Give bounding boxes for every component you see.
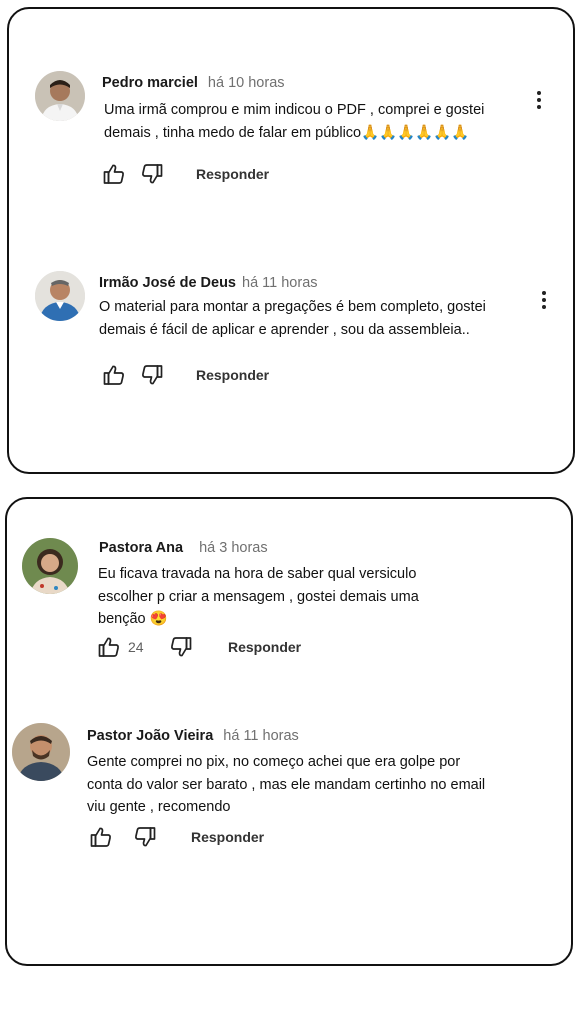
comment-author[interactable]: Pedro marciel (102, 75, 198, 91)
comment-text-line: escolher p criar a mensagem , gostei dem… (98, 588, 419, 605)
more-vert-icon[interactable] (538, 289, 550, 313)
dislike-button[interactable] (140, 363, 164, 387)
thumbs-up-icon (97, 635, 121, 659)
avatar[interactable] (35, 71, 85, 121)
like-button[interactable] (89, 825, 113, 849)
dislike-button[interactable] (133, 825, 157, 849)
comment-text: O material para montar a pregações é bem… (99, 296, 486, 341)
comment-timestamp[interactable]: há 3 horas (199, 540, 268, 556)
reply-button[interactable]: Responder (191, 829, 264, 845)
reply-button[interactable]: Responder (228, 639, 301, 655)
avatar[interactable] (35, 271, 85, 321)
comment-author[interactable]: Pastora Ana (99, 540, 183, 556)
comment-text-line: conta do valor ser barato , mas ele mand… (87, 776, 486, 793)
comment-text-line: demais é fácil de aplicar e aprender , s… (99, 321, 470, 338)
thumbs-up-icon (102, 162, 126, 186)
comment-timestamp[interactable]: há 11 horas (242, 275, 318, 291)
comment-text: Uma irmã comprou e mim indicou o PDF , c… (104, 99, 484, 144)
comments-card-1: Pedro marciel há 10 horas Uma irmã compro… (7, 7, 575, 474)
like-button[interactable] (102, 162, 126, 186)
like-count: 24 (128, 639, 144, 655)
comment-timestamp[interactable]: há 11 horas (223, 728, 299, 744)
thumbs-down-icon (140, 162, 164, 186)
thumbs-down-icon (169, 635, 193, 659)
comment-text-line: demais , tinha medo de falar em público🙏… (104, 124, 470, 141)
thumbs-down-icon (133, 825, 157, 849)
dislike-button[interactable] (140, 162, 164, 186)
thumbs-up-icon (89, 825, 113, 849)
comment-text: Eu ficava travada na hora de saber qual … (98, 563, 419, 631)
reply-button[interactable]: Responder (196, 367, 269, 383)
comment-text: Gente comprei no pix, no começo achei qu… (87, 751, 485, 819)
comment-text-line: viu gente , recomendo (87, 799, 231, 815)
comment-text-line: O material para montar a pregações é bem… (99, 299, 486, 315)
comment-timestamp[interactable]: há 10 horas (208, 75, 285, 91)
reply-button[interactable]: Responder (196, 166, 269, 182)
dislike-button[interactable] (169, 635, 193, 659)
comment-text-line: Uma irmã comprou e mim indicou o PDF , c… (104, 102, 485, 118)
thumbs-up-icon (102, 363, 126, 387)
avatar[interactable] (22, 538, 78, 594)
like-button[interactable] (97, 635, 121, 659)
comment-author[interactable]: Pastor João Vieira (87, 728, 213, 744)
comment-text-line: Gente comprei no pix, no começo achei qu… (87, 754, 461, 770)
more-vert-icon[interactable] (533, 89, 545, 113)
thumbs-down-icon (140, 363, 164, 387)
comment-text-line: benção 😍 (98, 611, 168, 627)
like-button[interactable] (102, 363, 126, 387)
avatar[interactable] (12, 723, 70, 781)
comments-card-2: Pastora Ana há 3 horas Eu ficava travada … (5, 497, 573, 966)
comment-author[interactable]: Irmão José de Deus (99, 275, 236, 291)
comment-text-line: Eu ficava travada na hora de saber qual … (98, 566, 417, 582)
